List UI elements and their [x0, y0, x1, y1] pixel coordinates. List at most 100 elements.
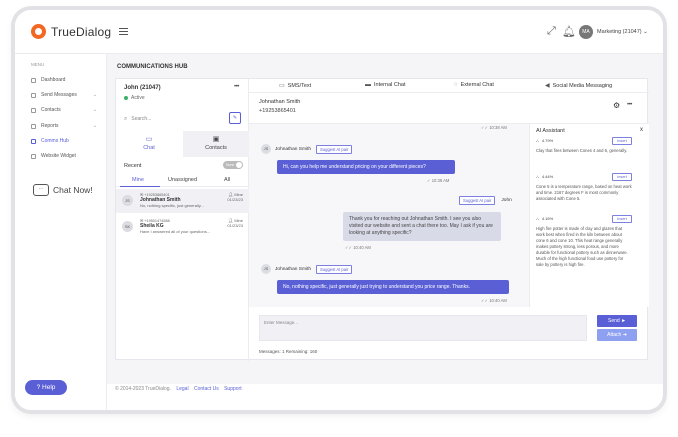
sidebar-item-comms-hub[interactable]: Comms Hub [31, 136, 101, 146]
tab-mine[interactable]: Mine [132, 177, 144, 183]
footer-link-support[interactable]: Support [224, 386, 242, 392]
list-item[interactable]: JS ✉ +19253865401 Johnathan Smith No, no… [116, 189, 249, 213]
hamburger-menu-icon[interactable] [119, 28, 128, 35]
ai-confidence-value: 4.16% [541, 216, 554, 221]
ai-suggestion-text: Cone 5 is a temperature range, based on … [536, 184, 632, 201]
tab-sms-text[interactable]: ▭ SMS/Text [279, 82, 312, 90]
message-time: ✓✓ 10:40 AM [481, 298, 507, 303]
more-options-icon[interactable]: ••• [234, 84, 239, 90]
send-icon [31, 92, 36, 98]
tab-contacts[interactable]: ▣ Contacts [183, 131, 249, 157]
more-options-icon[interactable]: ••• [627, 102, 632, 108]
expand-icon[interactable]: ⤢ [547, 25, 556, 38]
close-icon[interactable]: x [640, 127, 643, 133]
message-time-value: 10:40 AM [489, 298, 507, 303]
gear-icon[interactable]: ⚙ [613, 101, 620, 110]
message-input[interactable]: Enter Message... [259, 315, 587, 341]
avatar[interactable]: MA [579, 25, 593, 39]
search-icon: ⌕ [124, 115, 128, 122]
footer-link-contact[interactable]: Contact Us [194, 386, 219, 392]
channel-tabs: ▭ SMS/Text ▬ Internal Chat ◌ External Chat … [249, 79, 649, 93]
channel-label: SMS/Text [287, 82, 312, 89]
sidebar-item-website-widget[interactable]: Website Widget [31, 151, 101, 161]
assignment-tabs: Mine Unassigned All [116, 175, 249, 187]
chat-panel: ▭ SMS/Text ▬ Internal Chat ◌ External Chat … [249, 79, 649, 361]
suggest-ai-pair-button[interactable]: Suggest AI pair [316, 264, 353, 274]
sidebar-item-label: Comms Hub [41, 138, 69, 144]
bell-icon[interactable]: 🔔︎ [562, 25, 576, 38]
sidebar-item-label: Website Widget [41, 153, 76, 159]
help-button[interactable]: ? Help [25, 380, 67, 395]
chat-contact-phone: +19253865401 [259, 108, 296, 114]
message-time: ✓✓ 10:38 AM [481, 125, 507, 130]
send-label: Send [607, 318, 620, 324]
suggest-ai-pair-button[interactable]: Suggest AI pair [316, 144, 353, 154]
search-input[interactable]: ⌕ Search... [124, 113, 232, 125]
sidebar-item-contacts[interactable]: Contacts ⌄ [31, 105, 101, 115]
tab-contacts-label: Contacts [205, 145, 227, 151]
account-label: Marketing (21047) [597, 29, 642, 35]
ai-suggestion-text: Clay that fires between Cones 4 and 6, g… [536, 148, 628, 153]
chat-bubble-icon: ··· [33, 184, 49, 196]
tab-external-chat[interactable]: ◌ External Chat [454, 82, 494, 88]
help-label: Help [42, 384, 56, 391]
send-button[interactable]: Send ► [597, 315, 637, 327]
conversation-owner: 👤︎ Mine 01/23/23 [227, 218, 243, 228]
list-item[interactable]: SK ✉ +19501474588 Sheila KG Have I answe… [116, 215, 249, 239]
recent-toggle[interactable]: None [223, 161, 243, 169]
active-tab-indicator [120, 186, 160, 187]
chat-contact-name: Johnathan Smith [259, 99, 301, 105]
attach-label: Attach [607, 332, 622, 338]
message-counter: Messages: 1 Remaining: 160 [259, 349, 318, 354]
insert-button[interactable]: Insert [612, 173, 632, 181]
sidebar-item-reports[interactable]: Reports ⌄ [31, 121, 101, 131]
tab-chat[interactable]: ▭ Chat [116, 131, 182, 157]
conversation-owner: 👤︎ Mine 01/23/23 [227, 192, 243, 202]
tab-all[interactable]: All [224, 177, 230, 183]
message-time-value: 10:38 AM [489, 125, 507, 130]
sidebar-item-label: Reports [41, 123, 59, 129]
message-time-value: 10:39 AM [431, 178, 450, 183]
ai-assistant-panel: AI Assistant x ⛬ 4.79% Insert Clay that f… [529, 123, 649, 307]
account-name: John (21047) [124, 85, 161, 91]
suggest-ai-pair-button[interactable]: Suggest AI pair [459, 196, 496, 205]
chat-now-widget[interactable]: ··· Chat Now! [33, 184, 93, 196]
dashboard-icon [31, 77, 36, 83]
conversation-list-panel: John (21047) ••• Active ⌕ Search... ✎ ▭ … [116, 79, 249, 361]
sidebar-item-send-messages[interactable]: Send Messages ⌄ [31, 90, 101, 100]
avatar: JS [261, 264, 271, 274]
message-time: ✓✓ 10:40 AM [345, 245, 371, 250]
message-sender-row: JS Johnathan Smith Suggest AI pair [261, 264, 353, 274]
help-icon: ? [36, 384, 41, 391]
tab-social-media[interactable]: ◀ Social Media Messaging [545, 82, 612, 90]
chevron-down-icon: ⌄ [92, 92, 97, 98]
message-sender-row: JS Johnathan Smith Suggest AI pair [261, 144, 353, 154]
hierarchy-icon: ⛬ [536, 138, 539, 143]
conversation-preview: Have I answered all of your questions... [140, 229, 211, 234]
message-time-value: 10:40 AM [353, 245, 371, 250]
status-label: Active [131, 95, 145, 101]
message-bubble-outgoing: Thank you for reaching out Johnathan Smi… [343, 212, 501, 241]
account-switcher[interactable]: Marketing (21047) ⌄ [597, 29, 648, 35]
status-badge: Active [124, 95, 145, 101]
comms-panel: John (21047) ••• Active ⌕ Search... ✎ ▭ … [115, 78, 649, 361]
attach-button[interactable]: Attach ➔ [597, 329, 637, 341]
tab-unassigned[interactable]: Unassigned [168, 177, 197, 183]
footer-link-legal[interactable]: Legal [176, 386, 188, 392]
compose-button[interactable]: ✎ [229, 112, 241, 124]
menu-heading: MENU [31, 62, 45, 67]
tab-internal-chat[interactable]: ▬ Internal Chat [365, 82, 406, 88]
footer: © 2014-2023 TrueDialog. Legal Contact Us… [115, 386, 242, 392]
insert-button[interactable]: Insert [612, 215, 632, 223]
insert-button[interactable]: Insert [612, 137, 632, 145]
sidebar-item-label: Send Messages [41, 92, 77, 98]
avatar: JS [122, 195, 133, 206]
message-placeholder: Enter Message... [264, 320, 299, 325]
sidebar-item-dashboard[interactable]: Dashboard [31, 75, 101, 85]
chevron-down-icon: ⌄ [643, 29, 648, 35]
channel-label: Internal Chat [374, 82, 406, 88]
ai-confidence: ⛬ 4.16% [536, 216, 553, 221]
logo[interactable]: TrueDialog [31, 24, 111, 39]
main-content: COMMUNICATIONS HUB John (21047) ••• Acti… [107, 54, 663, 384]
chat-outline-icon: ◌ [454, 82, 458, 88]
